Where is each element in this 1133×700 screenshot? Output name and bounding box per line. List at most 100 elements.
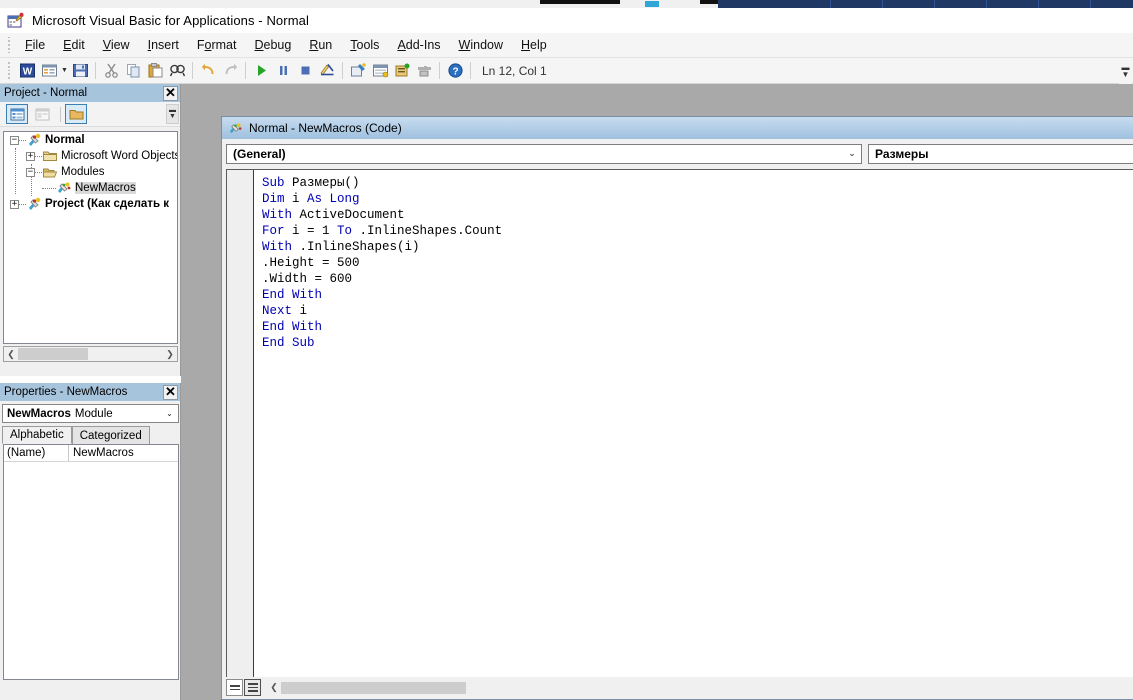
tree-connector [35,156,42,157]
tree-expander-icon[interactable]: + [26,152,35,161]
insert-userform-icon[interactable] [38,60,60,82]
tab-categorized[interactable]: Categorized [72,426,150,444]
tree-item-project[interactable]: + Project (Как сделать к [4,196,177,212]
title-bar: Microsoft Visual Basic for Applications … [0,8,1133,33]
code-text-span: .InlineShapes.Count [360,224,503,238]
reset-icon[interactable] [294,60,316,82]
toolbar-overflow-button[interactable]: ▬▼ [1119,58,1132,84]
procedure-combo[interactable]: Размеры [868,144,1133,164]
tree-item-normal[interactable]: − Normal [4,132,177,148]
window-title: Microsoft Visual Basic for Applications … [32,13,309,28]
code-keyword: Dim [262,192,292,206]
design-mode-icon[interactable] [316,60,338,82]
scrollbar-thumb[interactable] [281,682,466,694]
menu-format[interactable]: Format [188,35,246,55]
property-value[interactable]: NewMacros [69,445,178,461]
project-pane-title: Project - Normal [4,87,87,99]
tree-connector [42,188,56,189]
save-icon[interactable] [69,60,91,82]
tree-expander-icon[interactable]: − [26,168,35,177]
object-browser-icon[interactable] [391,60,413,82]
project-horizontal-scrollbar[interactable]: ❮ ❯ [3,346,178,362]
scroll-left-icon[interactable]: ❮ [267,681,281,695]
tree-expander-icon[interactable]: + [10,200,19,209]
code-text[interactable]: Sub Размеры()Dim i As LongWith ActiveDoc… [254,170,1133,677]
menu-run[interactable]: Run [300,35,341,55]
toggle-folders-icon[interactable] [65,104,87,124]
find-icon[interactable] [166,60,188,82]
standard-toolbar: W ▼ [0,58,1133,84]
menu-view[interactable]: View [94,35,139,55]
menu-tools[interactable]: Tools [341,35,388,55]
code-line: .Height = 500 [262,255,1133,271]
scroll-right-icon[interactable]: ❯ [163,347,177,361]
code-window-bottom-bar: ❮ [226,678,1133,697]
scrollbar-thumb[interactable] [18,348,88,360]
help-icon[interactable]: ? [444,60,466,82]
close-icon[interactable]: ✕ [163,86,178,101]
code-editor[interactable]: Sub Размеры()Dim i As LongWith ActiveDoc… [226,169,1133,677]
procedure-view-icon[interactable] [226,679,243,696]
menu-grip-icon [4,37,13,54]
view-object-icon[interactable] [31,104,53,124]
project-toolbar-overflow-button[interactable]: ▬▼ [166,104,179,124]
cut-icon[interactable] [100,60,122,82]
properties-pane-titlebar: Properties - NewMacros ✕ [0,383,180,401]
tree-expander-icon[interactable]: − [10,136,19,145]
margin-indicator-bar[interactable] [227,170,254,677]
menu-window[interactable]: Window [450,35,512,55]
view-word-icon[interactable]: W [16,60,38,82]
property-row[interactable]: (Name) NewMacros [4,445,178,462]
tree-item-newmacros[interactable]: NewMacros [4,180,177,196]
code-text-span: .Width = 600 [262,272,352,286]
chevron-down-icon[interactable]: ▼ [60,60,69,82]
tree-item-modules[interactable]: − Modules [4,164,177,180]
code-keyword: With [262,240,300,254]
break-icon[interactable] [272,60,294,82]
run-icon[interactable] [250,60,272,82]
properties-window-icon[interactable] [369,60,391,82]
toolbox-icon[interactable] [413,60,435,82]
redo-icon[interactable] [219,60,241,82]
code-keyword: Next [262,304,300,318]
chevron-down-icon[interactable]: ⌄ [161,405,178,422]
project-toolbar-separator [60,107,61,122]
menu-add-ins[interactable]: Add-Ins [388,35,449,55]
tree-item-label: Modules [61,166,104,178]
tree-item-microsoft-word-objects[interactable]: + Microsoft Word Objects [4,148,177,164]
svg-text:W: W [22,67,32,78]
properties-object-combo[interactable]: NewMacros Module ⌄ [2,404,179,423]
menu-edit[interactable]: Edit [54,35,94,55]
object-combo-value: (General) [233,147,286,161]
project-tree[interactable]: − Normal + [3,131,178,344]
vba-editor-window: Microsoft Visual Basic for Applications … [0,0,1133,700]
svg-text:?: ? [452,66,458,77]
menu-debug[interactable]: Debug [245,35,300,55]
tree-connector [19,140,26,141]
code-line: End With [262,287,1133,303]
menu-insert[interactable]: Insert [139,35,188,55]
code-window-titlebar[interactable]: Normal - NewMacros (Code) [222,117,1133,139]
project-explorer-icon[interactable] [347,60,369,82]
copy-icon[interactable] [122,60,144,82]
full-module-view-icon[interactable] [244,679,261,696]
chevron-down-icon[interactable]: ⌄ [843,145,861,163]
tab-alphabetic[interactable]: Alphabetic [2,426,72,444]
tree-item-label: Microsoft Word Objects [61,150,178,162]
view-code-icon[interactable] [6,104,28,124]
close-icon[interactable]: ✕ [163,385,178,400]
code-horizontal-scrollbar[interactable]: ❮ [267,679,1133,696]
scroll-left-icon[interactable]: ❮ [4,347,18,361]
properties-grid[interactable]: (Name) NewMacros [3,444,179,680]
code-line: .Width = 600 [262,271,1133,287]
menu-file[interactable]: File [16,35,54,55]
object-combo[interactable]: (General) ⌄ [226,144,862,164]
toolbar-separator [245,62,246,79]
code-text-span: .InlineShapes(i) [300,240,420,254]
code-text-span: .Height = 500 [262,256,360,270]
menu-help[interactable]: Help [512,35,556,55]
background-window-strip [0,0,1133,8]
undo-icon[interactable] [197,60,219,82]
paste-icon[interactable] [144,60,166,82]
project-pane-titlebar: Project - Normal ✕ [0,84,180,102]
